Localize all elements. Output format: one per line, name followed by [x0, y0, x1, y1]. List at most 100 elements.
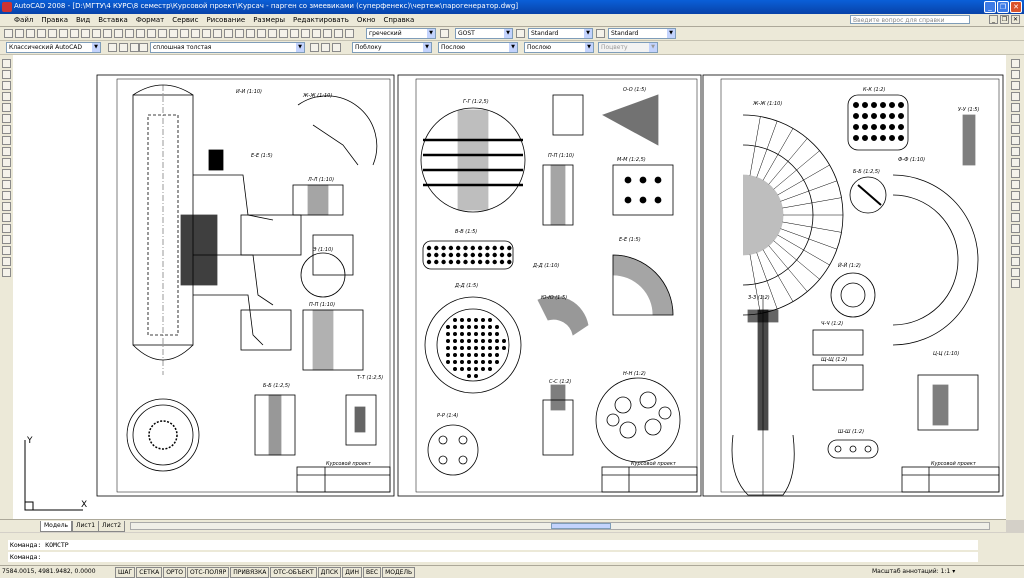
toolbar-tool-icon[interactable] — [310, 43, 319, 52]
side-tool-icon[interactable] — [2, 169, 11, 178]
toolbar-tool-icon[interactable] — [48, 29, 57, 38]
status-toggle-2[interactable]: ОРТО — [163, 567, 186, 578]
side-tool-icon[interactable] — [2, 246, 11, 255]
side-tool-icon[interactable] — [1011, 268, 1020, 277]
horizontal-scroll-thumb[interactable] — [551, 523, 611, 529]
toolbar-tool-icon[interactable] — [191, 29, 200, 38]
menu-item-6[interactable]: Рисование — [206, 16, 245, 24]
toolbar-tool-icon[interactable] — [15, 29, 24, 38]
doc-restore-button[interactable]: ❐ — [1000, 15, 1009, 24]
horizontal-scrollbar[interactable] — [130, 522, 990, 530]
menu-item-1[interactable]: Правка — [41, 16, 68, 24]
tab-model[interactable]: Модель — [40, 521, 73, 532]
toolbar-tool-icon[interactable] — [4, 29, 13, 38]
status-toggle-6[interactable]: ДПСК — [317, 567, 342, 578]
side-tool-icon[interactable] — [1011, 125, 1020, 134]
toolbar-tool-icon[interactable] — [119, 43, 128, 52]
status-toggle-5[interactable]: ОТС-ОБЪЕКТ — [270, 567, 317, 578]
toolbar-tool-icon[interactable] — [59, 29, 68, 38]
toolbar-tool-icon[interactable] — [257, 29, 266, 38]
dim-style-combo[interactable]: GOST ▼ — [455, 28, 513, 39]
toolbar-tool-icon[interactable] — [321, 43, 330, 52]
toolbar-tool-icon[interactable] — [103, 29, 112, 38]
toolbar-tool-icon[interactable] — [169, 29, 178, 38]
side-tool-icon[interactable] — [2, 136, 11, 145]
toolbar-tool-icon[interactable] — [139, 43, 148, 52]
lineweight-combo[interactable]: Послою ▼ — [524, 42, 594, 53]
side-tool-icon[interactable] — [1011, 246, 1020, 255]
side-tool-icon[interactable] — [1011, 136, 1020, 145]
layer-combo[interactable]: сплошная толстая ▼ — [150, 42, 305, 53]
side-tool-icon[interactable] — [2, 268, 11, 277]
toolbar-tool-icon[interactable] — [130, 43, 139, 52]
drawing-canvas[interactable]: Y X И-И (1:10) Ж-Ж (1:10) Е-Е (1:5) Л-Л … — [13, 55, 1006, 519]
toolbar-tool-icon[interactable] — [516, 29, 525, 38]
menu-item-9[interactable]: Окно — [357, 16, 376, 24]
text-style-combo[interactable]: греческий ▼ — [366, 28, 436, 39]
toolbar-tool-icon[interactable] — [312, 29, 321, 38]
restore-button[interactable]: ❐ — [997, 1, 1009, 13]
toolbar-tool-icon[interactable] — [224, 29, 233, 38]
status-toggle-1[interactable]: СЕТКА — [136, 567, 163, 578]
side-tool-icon[interactable] — [2, 92, 11, 101]
menu-item-4[interactable]: Формат — [136, 16, 164, 24]
toolbar-tool-icon[interactable] — [334, 29, 343, 38]
side-tool-icon[interactable] — [1011, 147, 1020, 156]
status-toggle-7[interactable]: ДИН — [342, 567, 362, 578]
toolbar-tool-icon[interactable] — [108, 43, 117, 52]
side-tool-icon[interactable] — [1011, 279, 1020, 288]
annotation-scale[interactable]: Масштаб аннотаций: 1:1 ▾ — [872, 568, 955, 575]
table-style-combo[interactable]: Standard ▼ — [528, 28, 593, 39]
toolbar-tool-icon[interactable] — [180, 29, 189, 38]
side-tool-icon[interactable] — [2, 191, 11, 200]
toolbar-tool-icon[interactable] — [125, 29, 134, 38]
linetype-combo[interactable]: Послою ▼ — [438, 42, 518, 53]
autocad-app-icon[interactable] — [2, 2, 12, 12]
command-input[interactable]: Команда: — [8, 552, 978, 562]
toolbar-tool-icon[interactable] — [301, 29, 310, 38]
menu-item-2[interactable]: Вид — [76, 16, 90, 24]
tab-layout2[interactable]: Лист2 — [98, 521, 126, 532]
close-button[interactable]: ✕ — [1010, 1, 1022, 13]
menu-item-10[interactable]: Справка — [383, 16, 414, 24]
toolbar-tool-icon[interactable] — [268, 29, 277, 38]
side-tool-icon[interactable] — [2, 257, 11, 266]
side-tool-icon[interactable] — [1011, 70, 1020, 79]
toolbar-tool-icon[interactable] — [147, 29, 156, 38]
side-tool-icon[interactable] — [1011, 81, 1020, 90]
side-tool-icon[interactable] — [1011, 235, 1020, 244]
toolbar-tool-icon[interactable] — [440, 29, 449, 38]
side-tool-icon[interactable] — [2, 103, 11, 112]
side-tool-icon[interactable] — [2, 147, 11, 156]
side-tool-icon[interactable] — [1011, 202, 1020, 211]
status-toggle-9[interactable]: МОДЕЛЬ — [382, 567, 416, 578]
side-tool-icon[interactable] — [1011, 158, 1020, 167]
minimize-button[interactable]: _ — [984, 1, 996, 13]
side-tool-icon[interactable] — [1011, 213, 1020, 222]
menu-item-5[interactable]: Сервис — [172, 16, 198, 24]
mleader-style-combo[interactable]: Standard ▼ — [608, 28, 676, 39]
side-tool-icon[interactable] — [1011, 92, 1020, 101]
toolbar-tool-icon[interactable] — [136, 29, 145, 38]
toolbar-tool-icon[interactable] — [114, 29, 123, 38]
toolbar-tool-icon[interactable] — [345, 29, 354, 38]
toolbar-tool-icon[interactable] — [323, 29, 332, 38]
side-tool-icon[interactable] — [1011, 180, 1020, 189]
side-tool-icon[interactable] — [2, 81, 11, 90]
status-toggle-8[interactable]: ВЕС — [362, 567, 382, 578]
toolbar-tool-icon[interactable] — [81, 29, 90, 38]
toolbar-tool-icon[interactable] — [279, 29, 288, 38]
status-toggle-0[interactable]: ШАГ — [115, 567, 136, 578]
side-tool-icon[interactable] — [1011, 191, 1020, 200]
side-tool-icon[interactable] — [1011, 257, 1020, 266]
side-tool-icon[interactable] — [2, 125, 11, 134]
side-tool-icon[interactable] — [1011, 169, 1020, 178]
toolbar-tool-icon[interactable] — [213, 29, 222, 38]
doc-close-button[interactable]: ✕ — [1011, 15, 1020, 24]
side-tool-icon[interactable] — [2, 180, 11, 189]
menu-item-0[interactable]: Файл — [14, 16, 33, 24]
side-tool-icon[interactable] — [2, 202, 11, 211]
side-tool-icon[interactable] — [2, 158, 11, 167]
help-search-input[interactable]: Введите вопрос для справки — [850, 15, 970, 24]
side-tool-icon[interactable] — [2, 213, 11, 222]
